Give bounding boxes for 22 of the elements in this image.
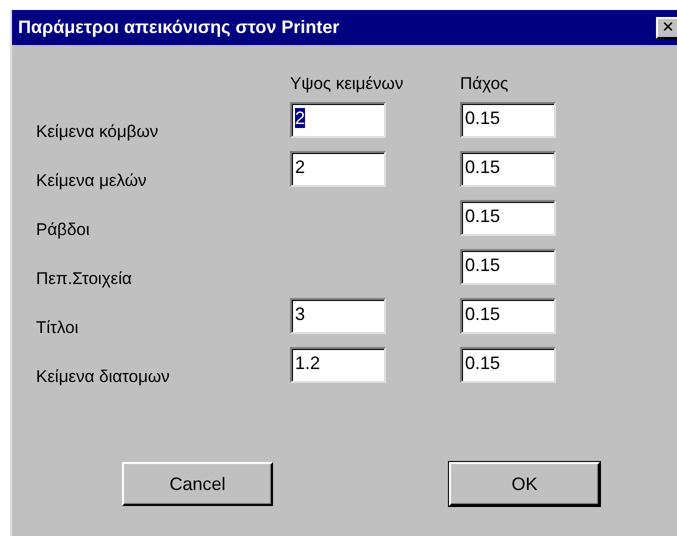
input-field[interactable]: 0.15 (460, 249, 556, 285)
field-label: Πεπ.Στοιχεία (36, 269, 133, 289)
window-title: Παράμετροι απεικόνισης στον Printer (18, 17, 340, 38)
input-field[interactable]: 0.15 (460, 347, 556, 383)
field-label: Τίτλοι (36, 318, 80, 338)
input-field[interactable]: 0.15 (460, 151, 556, 187)
input-field[interactable]: 3 (290, 298, 386, 334)
input-field[interactable]: 0.15 (460, 200, 556, 236)
field-label: Κείμενα μελών (36, 171, 148, 191)
field-label: Ράβδοι (36, 220, 91, 240)
input-field[interactable]: 1.2 (290, 347, 386, 383)
input-field[interactable]: 0.15 (460, 298, 556, 334)
input-field[interactable]: 2 (290, 151, 386, 187)
column-header: Υψος κειμένων (290, 73, 404, 94)
field-label: Κείμενα διατομων (36, 367, 171, 387)
dialog-button[interactable]: OK (449, 462, 600, 506)
dialog-button[interactable]: Cancel (122, 462, 273, 506)
column-header: Πάχος (460, 73, 510, 94)
input-field[interactable]: 0.15 (460, 102, 556, 138)
close-button[interactable]: ✕ (656, 16, 677, 38)
field-label: Κείμενα κόμβων (36, 122, 160, 142)
input-field[interactable]: 2 (290, 102, 386, 138)
